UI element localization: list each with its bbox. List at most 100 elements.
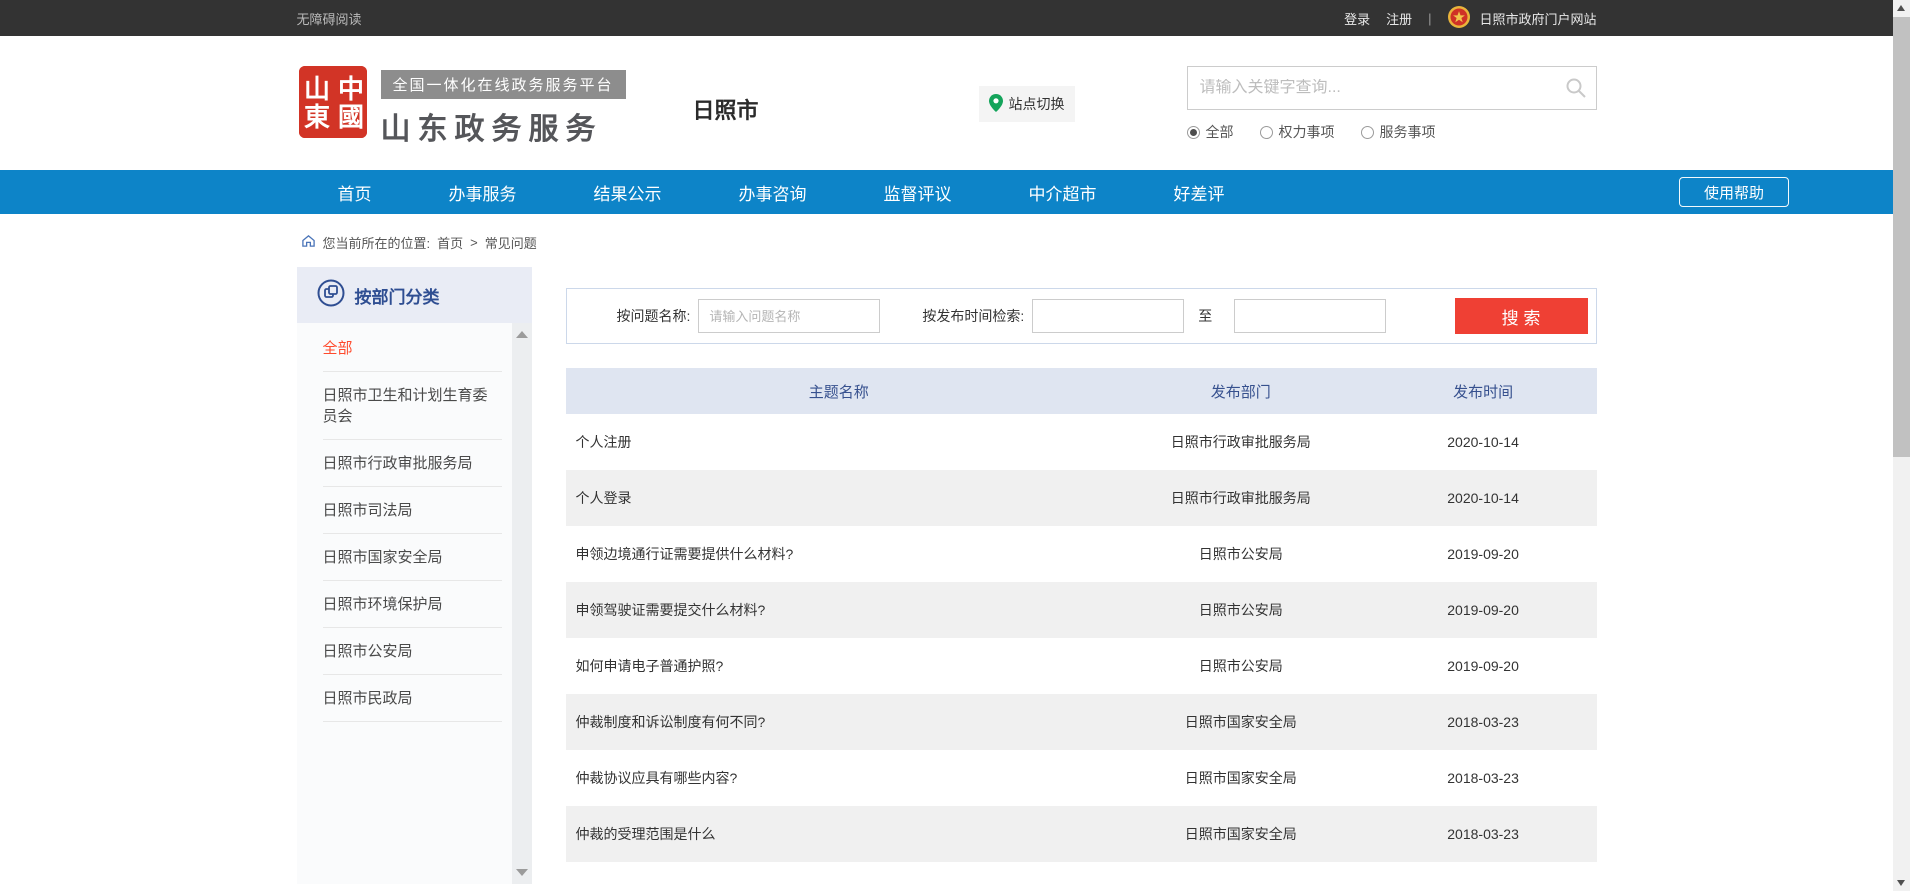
question-department: 日照市国家安全局 — [1112, 750, 1370, 806]
sidebar-scrollbar[interactable] — [512, 323, 532, 884]
date-to-input[interactable] — [1234, 299, 1386, 333]
table-row[interactable]: 申领驾驶证需要提交什么材料? 日照市公安局 2019-09-20 — [566, 582, 1597, 638]
question-title[interactable]: 个人注册 — [566, 414, 1112, 470]
keyword-search-input[interactable] — [1188, 79, 1556, 97]
scroll-down-icon[interactable] — [1897, 880, 1905, 886]
col-header-date: 发布时间 — [1370, 368, 1597, 414]
nav-item-intermediary[interactable]: 中介超市 — [1029, 180, 1097, 205]
col-header-department: 发布部门 — [1112, 368, 1370, 414]
question-date: 2020-10-14 — [1370, 470, 1597, 526]
question-title[interactable]: 仲裁协议应具有哪些内容? — [566, 750, 1112, 806]
sidebar-item-state-security[interactable]: 日照市国家安全局 — [323, 534, 502, 581]
sidebar-item-public-security[interactable]: 日照市公安局 — [323, 628, 502, 675]
sidebar-item-health-commission[interactable]: 日照市卫生和计划生育委员会 — [323, 372, 502, 440]
table-row[interactable]: 仲裁的受理范围是什么 日照市国家安全局 2018-03-23 — [566, 806, 1597, 862]
publish-date-label: 按发布时间检索: — [922, 306, 1024, 326]
question-title[interactable]: 个人登录 — [566, 470, 1112, 526]
accessibility-link[interactable]: 无障碍阅读 — [297, 9, 362, 28]
faq-search-button[interactable]: 搜 索 — [1455, 298, 1588, 334]
sidebar-item-admin-approval[interactable]: 日照市行政审批服务局 — [323, 440, 502, 487]
question-title[interactable]: 申领驾驶证需要提交什么材料? — [566, 582, 1112, 638]
site-switch-button[interactable]: 站点切换 — [979, 86, 1075, 122]
portal-link[interactable]: 日照市政府门户网站 — [1447, 5, 1596, 32]
table-row[interactable]: 个人注册 日照市行政审批服务局 2020-10-14 — [566, 414, 1597, 470]
city-name: 日照市 — [693, 93, 759, 125]
department-sidebar: 按部门分类 全部 日照市卫生和计划生育委员会 日照市行政审批服务局 日照市司法局… — [297, 267, 532, 884]
sidebar-title: 按部门分类 — [355, 283, 440, 308]
faq-main: 按问题名称: 按发布时间检索: 至 搜 索 主题名称 发布部门 发布时间 — [566, 267, 1597, 862]
sidebar-item-all[interactable]: 全部 — [323, 325, 502, 372]
breadcrumb: 您当前所在的位置: 首页 > 常见问题 — [297, 214, 1597, 267]
main-nav: 首页 办事服务 结果公示 办事咨询 监督评议 中介超市 好差评 使用帮助 — [0, 170, 1893, 214]
national-emblem-icon — [1447, 5, 1471, 32]
search-icon[interactable] — [1556, 67, 1596, 109]
table-header-row: 主题名称 发布部门 发布时间 — [566, 368, 1597, 414]
radio-power-items[interactable] — [1260, 126, 1273, 139]
question-department: 日照市国家安全局 — [1112, 694, 1370, 750]
date-from-input[interactable] — [1032, 299, 1184, 333]
page-scrollbar[interactable] — [1893, 0, 1910, 891]
radio-all-label: 全部 — [1206, 122, 1234, 142]
radio-service-items[interactable] — [1361, 126, 1374, 139]
question-title[interactable]: 申领边境通行证需要提供什么材料? — [566, 526, 1112, 582]
top-utility-bar: 无障碍阅读 登录 注册 | 日照市政府门户网站 — [0, 0, 1893, 36]
nav-item-consult[interactable]: 办事咨询 — [739, 180, 807, 205]
question-date: 2020-10-14 — [1370, 414, 1597, 470]
portal-link-label: 日照市政府门户网站 — [1479, 9, 1596, 28]
sidebar-header: 按部门分类 — [297, 267, 532, 323]
help-button[interactable]: 使用帮助 — [1679, 177, 1789, 207]
nav-item-rating[interactable]: 好差评 — [1174, 180, 1225, 205]
nav-item-supervision[interactable]: 监督评议 — [884, 180, 952, 205]
table-row[interactable]: 仲裁制度和诉讼制度有何不同? 日照市国家安全局 2018-03-23 — [566, 694, 1597, 750]
question-date: 2019-09-20 — [1370, 526, 1597, 582]
question-title[interactable]: 如何申请电子普通护照? — [566, 638, 1112, 694]
question-date: 2018-03-23 — [1370, 694, 1597, 750]
nav-item-services[interactable]: 办事服务 — [449, 180, 517, 205]
platform-badge: 全国一体化在线政务服务平台 — [381, 70, 626, 99]
question-department: 日照市国家安全局 — [1112, 806, 1370, 862]
search-scope-options: 全部 权力事项 服务事项 — [1187, 122, 1597, 142]
site-switch-label: 站点切换 — [1009, 94, 1065, 114]
question-name-input[interactable] — [698, 299, 880, 333]
col-header-topic: 主题名称 — [566, 368, 1112, 414]
site-logo[interactable]: 中國山東 全国一体化在线政务服务平台 山东政务服务 — [299, 66, 626, 148]
sidebar-item-justice[interactable]: 日照市司法局 — [323, 487, 502, 534]
radio-power-items-label: 权力事项 — [1279, 122, 1335, 142]
question-date: 2019-09-20 — [1370, 582, 1597, 638]
department-category-icon — [317, 279, 345, 312]
table-row[interactable]: 个人登录 日照市行政审批服务局 2020-10-14 — [566, 470, 1597, 526]
sidebar-item-environment[interactable]: 日照市环境保护局 — [323, 581, 502, 628]
faq-filter-bar: 按问题名称: 按发布时间检索: 至 搜 索 — [566, 288, 1597, 344]
table-row[interactable]: 仲裁协议应具有哪些内容? 日照市国家安全局 2018-03-23 — [566, 750, 1597, 806]
table-row[interactable]: 如何申请电子普通护照? 日照市公安局 2019-09-20 — [566, 638, 1597, 694]
nav-item-results[interactable]: 结果公示 — [594, 180, 662, 205]
table-row[interactable]: 申领边境通行证需要提供什么材料? 日照市公安局 2019-09-20 — [566, 526, 1597, 582]
topbar-separator: | — [1428, 11, 1431, 26]
question-date: 2018-03-23 — [1370, 750, 1597, 806]
faq-table: 主题名称 发布部门 发布时间 个人注册 日照市行政审批服务局 2020-10-1… — [566, 368, 1597, 862]
question-department: 日照市公安局 — [1112, 638, 1370, 694]
question-department: 日照市行政审批服务局 — [1112, 470, 1370, 526]
register-link[interactable]: 注册 — [1386, 9, 1412, 28]
page-viewport: 无障碍阅读 登录 注册 | 日照市政府门户网站 — [0, 0, 1893, 891]
question-title[interactable]: 仲裁制度和诉讼制度有何不同? — [566, 694, 1112, 750]
question-department: 日照市公安局 — [1112, 526, 1370, 582]
radio-all[interactable] — [1187, 126, 1200, 139]
scroll-up-icon[interactable] — [1897, 5, 1905, 11]
question-date: 2018-03-23 — [1370, 806, 1597, 862]
home-icon — [301, 234, 316, 251]
question-department: 日照市行政审批服务局 — [1112, 414, 1370, 470]
breadcrumb-home-link[interactable]: 首页 — [437, 233, 463, 252]
nav-item-home[interactable]: 首页 — [338, 180, 372, 205]
sidebar-item-civil-affairs[interactable]: 日照市民政局 — [323, 675, 502, 722]
breadcrumb-current: 常见问题 — [485, 233, 537, 252]
login-link[interactable]: 登录 — [1344, 9, 1370, 28]
scrollbar-thumb[interactable] — [1893, 17, 1910, 457]
sidebar-scroll-up-icon[interactable] — [516, 331, 528, 338]
site-header: 中國山東 全国一体化在线政务服务平台 山东政务服务 日照市 站点切换 — [0, 36, 1893, 170]
question-department: 日照市公安局 — [1112, 582, 1370, 638]
radio-service-items-label: 服务事项 — [1380, 122, 1436, 142]
sidebar-scroll-down-icon[interactable] — [516, 869, 528, 876]
question-date: 2019-09-20 — [1370, 638, 1597, 694]
question-title[interactable]: 仲裁的受理范围是什么 — [566, 806, 1112, 862]
